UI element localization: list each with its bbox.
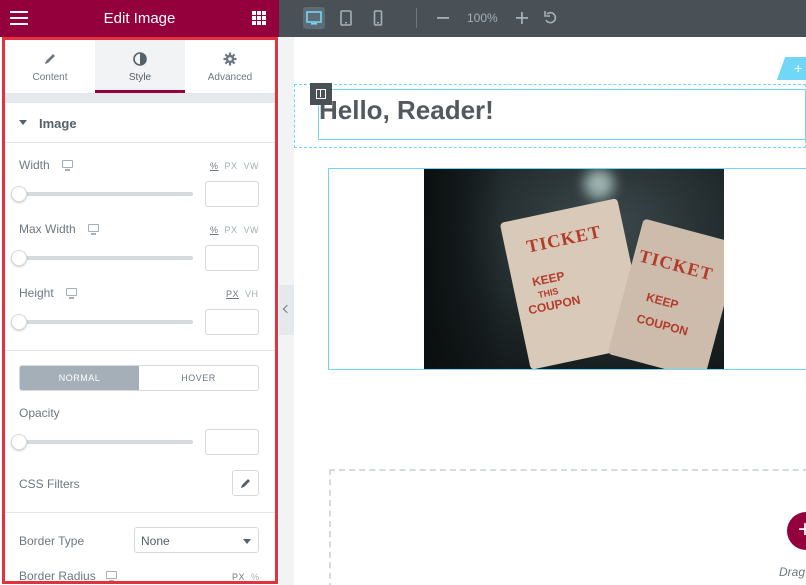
half-circle-icon: [133, 52, 147, 66]
border-radius-label: Border Radius: [19, 569, 96, 583]
responsive-toolbar: 100%: [279, 0, 806, 37]
page-content: + Hello, Reader! TICKET KEEP THIS COUPON…: [294, 37, 806, 585]
max-width-slider-handle[interactable]: [11, 250, 27, 266]
border-type-select[interactable]: None: [134, 527, 259, 553]
divider: [5, 350, 275, 351]
unit-px[interactable]: PX: [225, 161, 238, 171]
preview-canvas: + Hello, Reader! TICKET KEEP THIS COUPON…: [279, 37, 806, 585]
pencil-icon: [45, 54, 55, 64]
tab-content[interactable]: Content: [5, 40, 95, 93]
section-title: Image: [39, 116, 77, 131]
tab-advanced[interactable]: Advanced: [185, 40, 275, 93]
tab-advanced-label: Advanced: [207, 72, 253, 83]
height-label: Height: [19, 286, 54, 300]
caret-down-icon: [19, 120, 27, 125]
widgets-grid-icon[interactable]: [252, 11, 266, 25]
divider: [5, 512, 275, 513]
max-width-label: Max Width: [19, 222, 76, 236]
gear-icon: [223, 52, 237, 66]
zoom-out-button[interactable]: [432, 7, 454, 29]
plus-icon: +: [794, 60, 803, 76]
panel-tabs: Content Style Advanced: [5, 40, 275, 93]
mobile-icon: [373, 10, 383, 26]
plus-icon: +: [798, 516, 806, 543]
css-filters-edit-button[interactable]: [232, 470, 259, 496]
tab-normal[interactable]: NORMAL: [20, 366, 139, 390]
device-desktop-button[interactable]: [303, 7, 325, 29]
tablet-icon: [340, 10, 352, 26]
tab-style[interactable]: Style: [95, 40, 185, 93]
height-input[interactable]: [205, 309, 259, 335]
unit-vw[interactable]: VW: [244, 161, 260, 171]
tab-style-label: Style: [128, 72, 152, 83]
plus-icon: [516, 12, 528, 24]
unit-px[interactable]: PX: [225, 225, 238, 235]
unit-px[interactable]: PX: [226, 289, 239, 299]
tab-content-label: Content: [32, 72, 68, 83]
chevron-left-icon: [282, 304, 292, 314]
width-slider[interactable]: [19, 192, 193, 196]
max-width-unit-switcher: % PX VW: [204, 225, 259, 235]
width-unit-switcher: % PX VW: [204, 161, 259, 171]
reset-icon: [544, 11, 557, 24]
tab-separator: [5, 93, 275, 103]
tab-hover[interactable]: HOVER: [139, 366, 258, 390]
panel-title: Edit Image: [103, 10, 176, 27]
responsive-desktop-icon[interactable]: [106, 571, 117, 582]
unit-percent[interactable]: %: [210, 161, 219, 171]
css-filters-label: CSS Filters: [19, 477, 80, 491]
drag-hint: Drag w: [779, 565, 806, 579]
opacity-slider[interactable]: [19, 440, 193, 444]
border-type-label: Border Type: [19, 534, 85, 548]
heading-text[interactable]: Hello, Reader!: [319, 95, 494, 126]
add-section-tab[interactable]: +: [776, 57, 806, 80]
width-slider-handle[interactable]: [11, 186, 27, 202]
zoom-in-button[interactable]: [511, 7, 533, 29]
height-slider[interactable]: [19, 320, 193, 324]
width-input[interactable]: [205, 181, 259, 207]
editor-panel: Edit Image Content Style Advanced Image …: [0, 0, 279, 585]
light-glow: [584, 169, 614, 199]
responsive-desktop-icon[interactable]: [88, 224, 99, 235]
border-type-value: None: [141, 534, 170, 548]
max-width-slider[interactable]: [19, 256, 193, 260]
responsive-desktop-icon[interactable]: [62, 160, 73, 171]
height-slider-handle[interactable]: [11, 314, 27, 330]
max-width-input[interactable]: [205, 245, 259, 271]
opacity-input[interactable]: [205, 429, 259, 455]
border-radius-unit-switcher: PX%: [226, 572, 260, 582]
device-mobile-button[interactable]: [367, 7, 389, 29]
section-header-image[interactable]: Image: [5, 103, 275, 143]
pencil-icon: [241, 479, 250, 488]
zoom-level: 100%: [467, 11, 498, 25]
unit-vw[interactable]: VW: [244, 225, 260, 235]
desktop-icon: [306, 11, 322, 25]
unit-percent[interactable]: %: [210, 225, 219, 235]
image-preview[interactable]: TICKET KEEP THIS COUPON TICKET KEEP COUP…: [424, 169, 724, 369]
unit-percent[interactable]: %: [251, 572, 260, 582]
toolbar-separator: [416, 8, 417, 28]
image-shadow: [424, 169, 504, 369]
width-label: Width: [19, 158, 50, 172]
column-icon: [316, 89, 326, 99]
panel-header: Edit Image: [0, 0, 279, 37]
column-handle[interactable]: [310, 83, 332, 105]
minus-icon: [437, 17, 449, 19]
opacity-label: Opacity: [19, 406, 60, 420]
opacity-slider-handle[interactable]: [11, 434, 27, 450]
device-tablet-button[interactable]: [335, 7, 357, 29]
state-tabs: NORMAL HOVER: [19, 365, 259, 391]
height-unit-switcher: PX VH: [220, 289, 259, 299]
zoom-reset-button[interactable]: [539, 7, 561, 29]
responsive-desktop-icon[interactable]: [66, 288, 77, 299]
drop-zone[interactable]: [329, 469, 806, 585]
unit-px[interactable]: PX: [232, 572, 245, 582]
unit-vh[interactable]: VH: [245, 289, 259, 299]
dropdown-arrow-icon: [243, 539, 251, 544]
